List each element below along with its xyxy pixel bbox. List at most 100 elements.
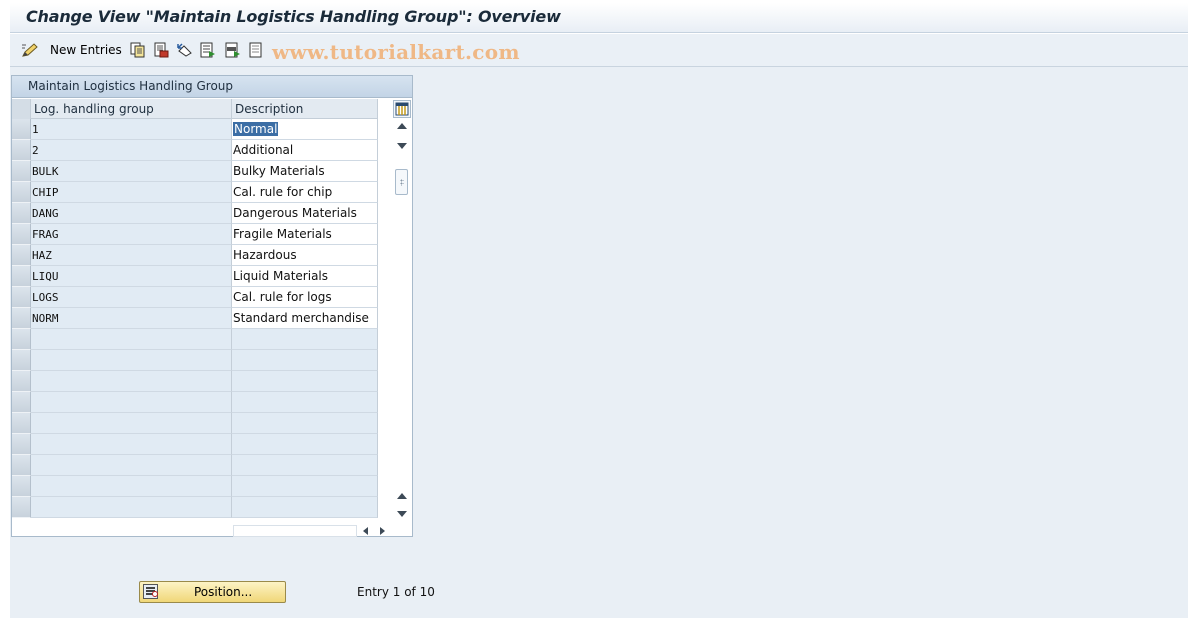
row-selector[interactable] <box>12 140 31 161</box>
row-selector[interactable] <box>12 371 31 392</box>
description-cell[interactable]: Additional <box>232 140 378 161</box>
row-selector[interactable] <box>12 497 31 518</box>
description-cell[interactable]: Hazardous <box>232 245 378 266</box>
row-selector[interactable] <box>12 266 31 287</box>
scroll-page-up-icon[interactable] <box>397 493 407 499</box>
horizontal-scroll-track[interactable] <box>233 525 357 537</box>
description-cell[interactable]: Standard merchandise <box>232 308 378 329</box>
empty-cell <box>31 413 232 434</box>
empty-table-row <box>12 476 378 497</box>
empty-cell <box>31 434 232 455</box>
row-selector[interactable] <box>12 476 31 497</box>
select-all-rows-corner[interactable] <box>12 99 31 119</box>
scroll-down-icon[interactable] <box>397 143 407 149</box>
column-settings-icon[interactable] <box>393 100 411 118</box>
table-row: LIQU Liquid Materials <box>12 266 378 287</box>
row-selector[interactable] <box>12 455 31 476</box>
table-row: 1 Normal <box>12 119 378 140</box>
row-selector[interactable] <box>12 434 31 455</box>
scroll-page-down-icon[interactable] <box>397 511 407 517</box>
log-handling-group-cell: 1 <box>31 119 232 140</box>
empty-cell <box>31 350 232 371</box>
empty-cell <box>232 413 378 434</box>
empty-cell <box>31 476 232 497</box>
row-selector[interactable] <box>12 350 31 371</box>
log-handling-group-cell: LIQU <box>31 266 232 287</box>
new-entries-button[interactable]: New Entries <box>50 41 122 59</box>
empty-cell <box>31 329 232 350</box>
row-selector[interactable] <box>12 287 31 308</box>
vertical-scrollbar[interactable] <box>393 119 411 519</box>
row-selector[interactable] <box>12 329 31 350</box>
entry-counter: Entry 1 of 10 <box>357 585 435 599</box>
row-selector[interactable] <box>12 245 31 266</box>
row-selector[interactable] <box>12 182 31 203</box>
empty-table-row <box>12 329 378 350</box>
scroll-thumb[interactable] <box>395 169 408 195</box>
column-header-log-handling-group[interactable]: Log. handling group <box>31 99 232 119</box>
application-toolbar: New Entries www.tutorialkart.com <box>10 34 1188 67</box>
position-icon <box>143 584 158 599</box>
empty-cell <box>31 455 232 476</box>
grip-icon <box>400 179 404 186</box>
empty-cell <box>232 434 378 455</box>
table-row: 2 Additional <box>12 140 378 161</box>
description-cell[interactable]: Cal. rule for logs <box>232 287 378 308</box>
selected-description-text[interactable]: Normal <box>233 122 279 136</box>
description-cell[interactable]: Bulky Materials <box>232 161 378 182</box>
watermark-text: www.tutorialkart.com <box>272 40 520 64</box>
log-handling-group-cell: 2 <box>31 140 232 161</box>
edit-pen-icon[interactable] <box>21 41 39 59</box>
column-header-description[interactable]: Description <box>232 99 378 119</box>
table-row: BULK Bulky Materials <box>12 161 378 182</box>
copy-icon[interactable] <box>130 41 146 59</box>
log-handling-group-cell: LOGS <box>31 287 232 308</box>
row-selector[interactable] <box>12 203 31 224</box>
row-selector[interactable] <box>12 392 31 413</box>
empty-cell <box>31 371 232 392</box>
empty-cell <box>232 371 378 392</box>
empty-table-row <box>12 455 378 476</box>
log-handling-group-cell: FRAG <box>31 224 232 245</box>
empty-table-row <box>12 497 378 518</box>
empty-cell <box>232 350 378 371</box>
table-row: CHIP Cal. rule for chip <box>12 182 378 203</box>
log-handling-group-cell: BULK <box>31 161 232 182</box>
description-cell[interactable]: Cal. rule for chip <box>232 182 378 203</box>
window-left-border <box>0 0 10 618</box>
row-selector[interactable] <box>12 119 31 140</box>
row-selector[interactable] <box>12 413 31 434</box>
description-cell[interactable]: Dangerous Materials <box>232 203 378 224</box>
empty-cell <box>232 329 378 350</box>
table-title: Maintain Logistics Handling Group <box>12 76 412 98</box>
undo-icon[interactable] <box>176 41 194 59</box>
select-all-icon[interactable] <box>200 41 216 59</box>
table-rows: 1 Normal 2 Additional BULK Bulky Materia… <box>12 119 378 518</box>
page-title: Change View "Maintain Logistics Handling… <box>26 7 561 26</box>
table-row: DANG Dangerous Materials <box>12 203 378 224</box>
empty-table-row <box>12 392 378 413</box>
empty-table-row <box>12 371 378 392</box>
description-cell[interactable]: Fragile Materials <box>232 224 378 245</box>
description-cell[interactable]: Normal <box>232 119 378 140</box>
position-button[interactable]: Position... <box>139 581 286 603</box>
row-selector[interactable] <box>12 161 31 182</box>
row-selector[interactable] <box>12 224 31 245</box>
description-cell[interactable]: Liquid Materials <box>232 266 378 287</box>
row-selector[interactable] <box>12 308 31 329</box>
deselect-all-icon[interactable] <box>249 41 265 59</box>
log-handling-group-cell: NORM <box>31 308 232 329</box>
scroll-left-icon[interactable] <box>363 527 368 535</box>
scroll-up-icon[interactable] <box>397 123 407 129</box>
scroll-right-icon[interactable] <box>380 527 385 535</box>
horizontal-scrollbar[interactable] <box>233 524 393 538</box>
empty-cell <box>232 392 378 413</box>
empty-cell <box>232 497 378 518</box>
empty-table-row <box>12 413 378 434</box>
select-block-icon[interactable] <box>225 41 241 59</box>
table-control: Maintain Logistics Handling Group Log. h… <box>11 75 413 537</box>
delete-icon[interactable] <box>153 41 169 59</box>
log-handling-group-cell: DANG <box>31 203 232 224</box>
title-bar: Change View "Maintain Logistics Handling… <box>10 3 1188 33</box>
empty-table-row <box>12 350 378 371</box>
